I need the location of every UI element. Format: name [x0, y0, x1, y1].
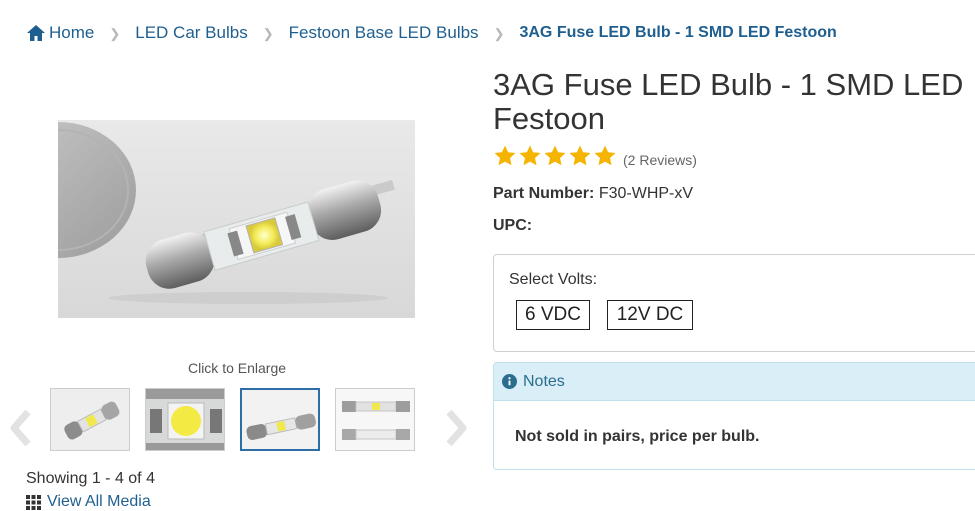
view-all-media-link[interactable]: View All Media	[26, 493, 151, 511]
chevron-left-icon[interactable]	[8, 408, 34, 448]
breadcrumb-item-led-car-bulbs[interactable]: LED Car Bulbs	[135, 23, 247, 43]
thumbnail-2[interactable]	[145, 388, 225, 451]
breadcrumb-current: 3AG Fuse LED Bulb - 1 SMD LED Festoon	[519, 24, 837, 41]
volt-option-12vdc[interactable]: 12V DC	[607, 300, 693, 330]
breadcrumb: Home ❯ LED Car Bulbs ❯ Festoon Base LED …	[26, 22, 837, 44]
part-number-label: Part Number:	[493, 185, 595, 202]
notes-text: Not sold in pairs, price per bulb.	[515, 428, 760, 445]
notes-panel: Notes Not sold in pairs, price per bulb.	[493, 362, 975, 470]
select-volts-label: Select Volts:	[509, 271, 598, 288]
reviews-link[interactable]: (2 Reviews)	[623, 152, 697, 168]
star-icon	[569, 145, 591, 166]
thumbnail-3[interactable]	[240, 388, 320, 451]
thumbnail-strip	[50, 388, 415, 451]
product-main-image[interactable]	[58, 120, 415, 318]
star-rating[interactable]: (2 Reviews)	[493, 144, 697, 168]
media-count: Showing 1 - 4 of 4	[26, 470, 155, 487]
home-icon	[27, 25, 45, 41]
grid-icon	[26, 494, 41, 510]
thumbnail-image	[146, 389, 224, 450]
thumbnail-image	[51, 389, 129, 450]
star-icon	[494, 145, 516, 166]
breadcrumb-home[interactable]: Home	[26, 23, 94, 43]
chevron-right-icon: ❯	[262, 26, 274, 41]
product-title: 3AG Fuse LED Bulb - 1 SMD LED Festoon	[493, 67, 964, 136]
view-all-media-label: View All Media	[47, 493, 151, 510]
volts-selector: Select Volts: 6 VDC 12V DC	[493, 254, 975, 352]
thumbnail-image	[242, 390, 318, 449]
upc-label: UPC:	[493, 217, 533, 234]
breadcrumb-home-label: Home	[49, 23, 95, 42]
chevron-right-icon[interactable]	[443, 408, 469, 448]
notes-header-label: Notes	[523, 372, 565, 390]
part-number-row: Part Number: F30-WHP-xV	[493, 185, 693, 203]
part-number-value: F30-WHP-xV	[598, 185, 694, 202]
click-to-enlarge-label[interactable]: Click to Enlarge	[137, 360, 337, 376]
volt-option-6vdc[interactable]: 6 VDC	[516, 300, 590, 330]
notes-header: Notes	[494, 363, 975, 401]
thumbnail-image	[336, 389, 414, 450]
thumbnail-4[interactable]	[335, 388, 415, 451]
chevron-right-icon: ❯	[109, 26, 121, 41]
chevron-right-icon: ❯	[493, 26, 505, 41]
star-icon	[519, 145, 541, 166]
bulb-photo	[58, 120, 415, 318]
breadcrumb-item-festoon[interactable]: Festoon Base LED Bulbs	[289, 23, 479, 43]
info-icon	[502, 374, 517, 389]
thumbnail-1[interactable]	[50, 388, 130, 451]
star-icon	[544, 145, 566, 166]
star-icon	[594, 145, 616, 166]
